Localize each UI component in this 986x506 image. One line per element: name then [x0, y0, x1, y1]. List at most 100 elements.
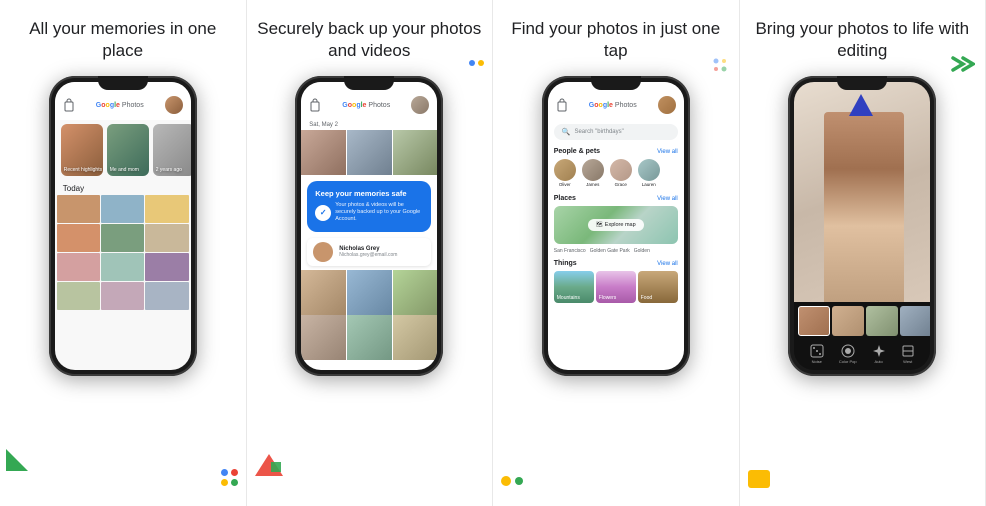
edit-tools: Noise Color Pop Auto [794, 340, 930, 368]
grid-photo [145, 253, 188, 281]
bag-icon-3 [556, 98, 568, 112]
phone-notch-2 [344, 76, 394, 90]
tool-auto[interactable]: Auto [872, 344, 886, 364]
chip-recent-label: Recent highlights [64, 167, 102, 173]
chip-years: 2 years ago [153, 124, 191, 176]
search-bar[interactable]: 🔍 Search "birthdays" [554, 124, 678, 140]
explore-map-button[interactable]: 🗺 Explore map [588, 219, 644, 231]
bag-icon-2 [309, 98, 321, 112]
colorpop-icon [841, 344, 855, 358]
people-row: Oliver James Grace Lauren [548, 157, 684, 191]
person-email: Nicholas.grey@email.com [339, 252, 397, 258]
thing-flowers-label: Flowers [599, 295, 617, 301]
search-icon-small: 🔍 [562, 128, 571, 136]
lauren-face [638, 159, 660, 181]
west-icon [901, 344, 915, 358]
west-label: West [903, 359, 912, 364]
panel-memories-title: All your memories in one place [10, 18, 236, 62]
location-ggp: Golden Gate Park [590, 248, 630, 254]
phone-editing-wrapper: Noise Color Pop Auto [788, 76, 936, 496]
backup-card-body: Your photos & videos will be securely ba… [315, 202, 423, 223]
photo-grid [55, 195, 191, 311]
person-info: Nicholas Grey Nicholas.grey@email.com [339, 246, 397, 258]
grid-photo [57, 282, 100, 310]
places-view-all[interactable]: View all [657, 196, 678, 202]
backup-photo-2 [347, 130, 392, 175]
keep-memories-card: Keep your memories safe Your photos & vi… [307, 181, 431, 231]
deco-dots-search-bl [501, 476, 523, 486]
edit-thumbnails [794, 302, 930, 340]
phone-search: Google Photos 🔍 Search "birthdays" Peopl… [542, 76, 690, 376]
grid-photo [145, 224, 188, 252]
grid-photo [101, 195, 144, 223]
phone-editing: Noise Color Pop Auto [788, 76, 936, 376]
phone-memories-wrapper: Google Photos Recent highlights Me and m… [49, 76, 197, 496]
phone-notch [98, 76, 148, 90]
person-grace: Grace [610, 159, 632, 187]
deco-dots-br [221, 469, 238, 486]
phone-backup-wrapper: Google Photos Sat, May 2 Keep your memor… [295, 76, 443, 496]
panel-editing: Bring your photos to life with editing [740, 0, 986, 506]
backup-photo-6 [393, 270, 438, 315]
thumb-2[interactable] [832, 306, 864, 336]
things-label: Things [554, 260, 577, 267]
noise-label: Noise [812, 359, 822, 364]
panel-backup-title: Securely back up your photos and videos [257, 18, 483, 62]
backup-photo-7 [301, 315, 346, 360]
james-name: James [586, 182, 599, 187]
backup-photo-5 [347, 270, 392, 315]
thumb-3[interactable] [866, 306, 898, 336]
map-labels: San Francisco Golden Gate Park Golden [548, 246, 684, 256]
person-oliver: Oliver [554, 159, 576, 187]
map-button-label: Explore map [605, 222, 636, 228]
person-avatar [313, 242, 333, 262]
backup-top-photos [301, 130, 437, 175]
person-lauren: Lauren [638, 159, 660, 187]
james-face [582, 159, 604, 181]
map-icon: 🗺 [596, 222, 603, 228]
today-label: Today [55, 180, 191, 195]
colorpop-label: Color Pop [839, 359, 857, 364]
tool-colorpop[interactable]: Color Pop [839, 344, 857, 364]
panel-backup: Securely back up your photos and videos [247, 0, 494, 506]
people-label: People & pets [554, 148, 600, 155]
tool-west[interactable]: West [901, 344, 915, 364]
grid-photo [57, 253, 100, 281]
person-row: Nicholas Grey Nicholas.grey@email.com [307, 238, 431, 266]
deco-triangle-green [6, 449, 28, 476]
search-avatar [658, 96, 676, 114]
backup-avatar [411, 96, 429, 114]
noise-icon [810, 344, 824, 358]
places-label: Places [554, 195, 576, 202]
backup-photo-9 [393, 315, 438, 360]
backup-logo: Google Photos [342, 102, 390, 109]
thing-food: Food [638, 271, 678, 303]
phone-screen-editing: Noise Color Pop Auto [794, 82, 930, 370]
people-view-all[interactable]: View all [657, 149, 678, 155]
lauren-name: Lauren [642, 182, 656, 187]
panel-search: Find your photos in just one tap [493, 0, 740, 506]
grid-photo [57, 224, 100, 252]
phone-screen-backup: Google Photos Sat, May 2 Keep your memor… [301, 82, 437, 370]
places-map: 🗺 Explore map [554, 206, 678, 244]
backup-card-title: Keep your memories safe [315, 189, 423, 198]
chip-recent: Recent highlights [61, 124, 103, 176]
thumb-1[interactable] [798, 306, 830, 336]
location-golden: Golden [634, 248, 650, 254]
tool-noise[interactable]: Noise [810, 344, 824, 364]
places-section-header: Places View all [548, 191, 684, 204]
grid-photo [101, 253, 144, 281]
bag-icon [63, 98, 75, 112]
memory-chips: Recent highlights Me and mom 2 years ago [55, 120, 191, 180]
main-edit-photo [794, 82, 930, 302]
backup-bottom-photos [301, 270, 437, 315]
phone-screen-search: Google Photos 🔍 Search "birthdays" Peopl… [548, 82, 684, 370]
party-hat [849, 94, 873, 116]
phone-screen-memories: Google Photos Recent highlights Me and m… [55, 82, 191, 370]
deco-rect-yellow [748, 470, 770, 488]
oliver-face [554, 159, 576, 181]
grid-photo [145, 282, 188, 310]
thumb-4[interactable] [900, 306, 930, 336]
check-icon [315, 205, 331, 221]
things-view-all[interactable]: View all [657, 261, 678, 267]
